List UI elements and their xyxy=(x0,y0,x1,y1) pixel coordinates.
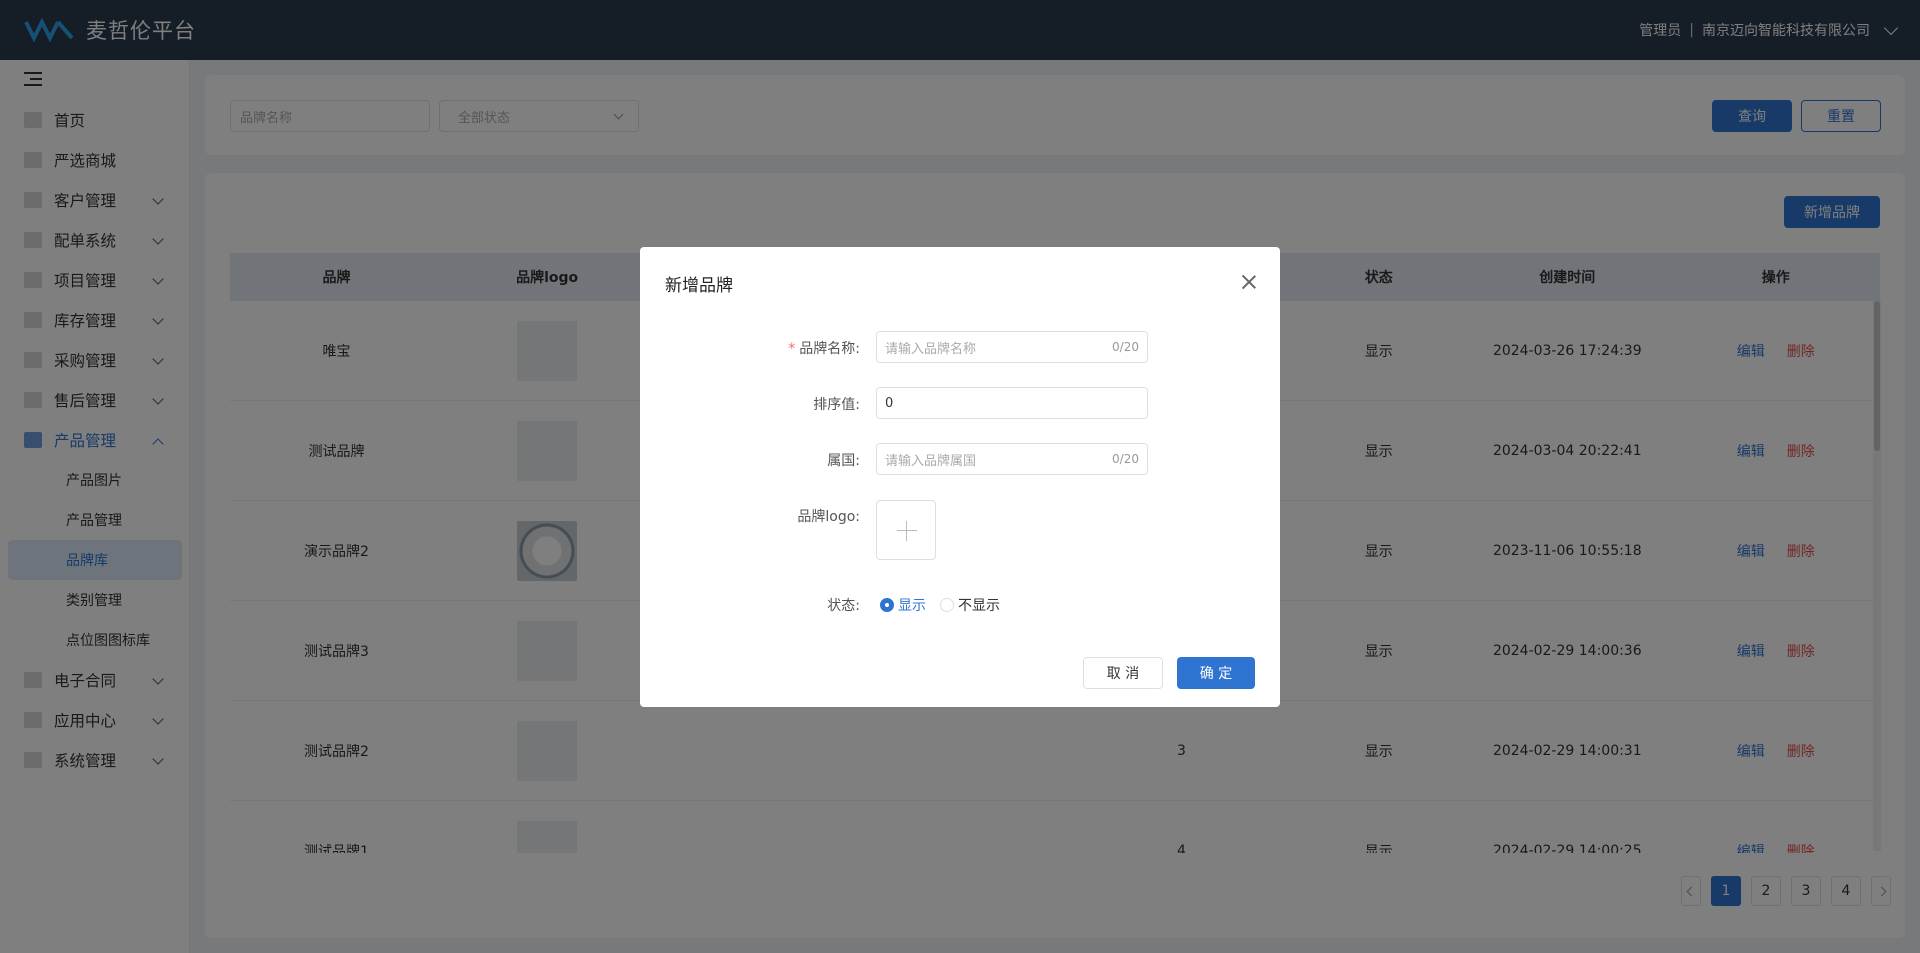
sort-input[interactable]: 0 xyxy=(876,387,1148,419)
status-radio-group: 显示 不显示 xyxy=(880,595,1000,615)
logo-upload-plus-icon[interactable] xyxy=(876,500,936,560)
radio-checked-icon xyxy=(880,598,894,612)
radio-label: 不显示 xyxy=(958,598,1000,614)
radio-unchecked-icon xyxy=(940,598,954,612)
close-icon[interactable] xyxy=(1240,273,1258,291)
brand-name-input[interactable]: 请输入品牌名称 0/20 xyxy=(876,331,1148,363)
country-label: 属国: xyxy=(827,453,860,469)
brand-name-placeholder: 请输入品牌名称 xyxy=(885,341,977,357)
status-show-radio[interactable]: 显示 xyxy=(880,595,926,615)
char-count: 0/20 xyxy=(1112,340,1139,354)
status-hide-radio[interactable]: 不显示 xyxy=(940,595,1000,615)
label-text: 品牌名称: xyxy=(799,341,860,357)
country-input[interactable]: 请输入品牌属国 0/20 xyxy=(876,443,1148,475)
status-label: 状态: xyxy=(827,598,860,614)
required-mark: * xyxy=(788,341,796,357)
logo-label: 品牌logo: xyxy=(797,509,860,525)
country-placeholder: 请输入品牌属国 xyxy=(885,453,977,469)
sort-label: 排序值: xyxy=(813,397,860,413)
radio-label: 显示 xyxy=(898,598,926,614)
sort-value: 0 xyxy=(885,395,894,411)
brand-name-label: * 品牌名称: xyxy=(700,338,860,358)
dialog-title: 新增品牌 xyxy=(665,276,733,296)
add-brand-dialog: 新增品牌 * 品牌名称: 请输入品牌名称 0/20 排序值: 0 属国: 请输入品… xyxy=(640,247,1280,707)
char-count: 0/20 xyxy=(1112,452,1139,466)
confirm-button[interactable]: 确 定 xyxy=(1177,657,1255,689)
cancel-button[interactable]: 取 消 xyxy=(1083,657,1163,689)
